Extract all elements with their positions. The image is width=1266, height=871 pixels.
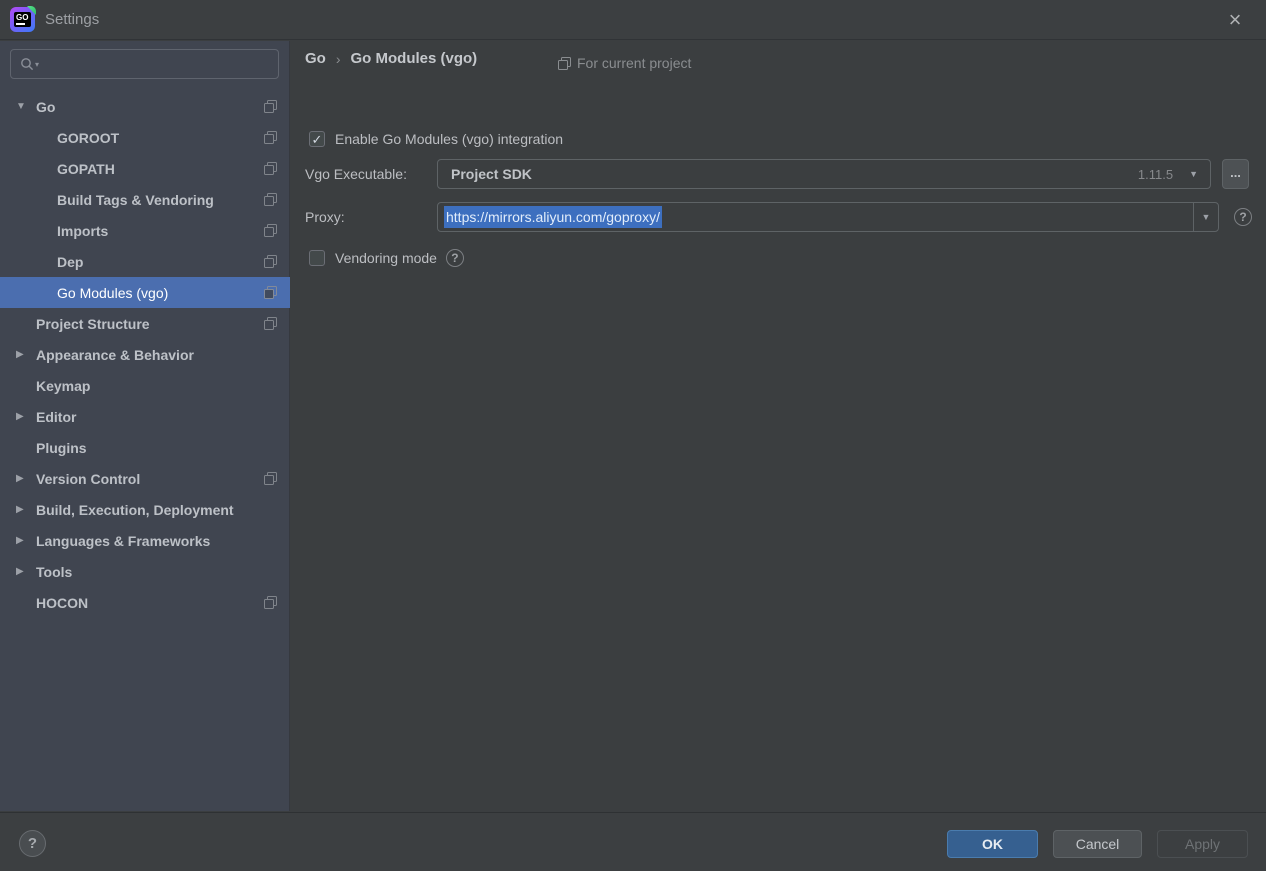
vendoring-row: ✓ Vendoring mode ? [290, 243, 1266, 273]
close-icon[interactable]: × [1222, 7, 1248, 33]
breadcrumb-parent[interactable]: Go [305, 50, 326, 67]
tree-collapsed-arrow-icon[interactable]: ▶ [16, 411, 30, 422]
proxy-dropdown-button[interactable]: ▼ [1193, 203, 1218, 231]
project-level-icon [264, 224, 277, 237]
tree-item-label: Go Modules (vgo) [57, 284, 169, 301]
tree-item-label: Plugins [36, 439, 87, 456]
tree-item-label: Dep [57, 253, 84, 270]
proxy-label: Proxy: [305, 209, 345, 225]
sidebar-item-go-modules-vgo[interactable]: Go Modules (vgo) [0, 277, 290, 308]
help-button[interactable]: ? [19, 830, 46, 857]
sidebar-item-languages-frameworks[interactable]: ▶ Languages & Frameworks [0, 525, 290, 556]
sidebar-item-goroot[interactable]: GOROOT [0, 122, 290, 153]
vendoring-checkbox-box[interactable]: ✓ [309, 250, 325, 266]
tree-item-label: Build Tags & Vendoring [57, 191, 214, 208]
tree-item-label: Go [36, 98, 56, 115]
settings-tree: ▼ Go GOROOT GOPATH Build Tags & Vendorin… [0, 91, 290, 618]
vendoring-checkbox-label[interactable]: Vendoring mode [335, 250, 437, 266]
project-level-icon [264, 100, 277, 113]
search-history-dropdown-icon[interactable]: ▾ [35, 60, 39, 69]
tree-item-label: GOPATH [57, 160, 115, 177]
settings-content-panel: Go › Go Modules (vgo) For current projec… [290, 41, 1266, 811]
proxy-help-icon[interactable]: ? [1234, 208, 1252, 226]
sidebar-item-build-execution-deployment[interactable]: ▶ Build, Execution, Deployment [0, 494, 290, 525]
tree-item-label: Keymap [36, 377, 91, 394]
tree-expanded-arrow-icon[interactable]: ▼ [16, 101, 30, 112]
tree-item-label: HOCON [36, 594, 89, 611]
vendoring-help-icon[interactable]: ? [445, 249, 464, 267]
sidebar-item-version-control[interactable]: ▶ Version Control [0, 463, 290, 494]
tree-collapsed-arrow-icon[interactable]: ▶ [16, 535, 30, 546]
sidebar-item-imports[interactable]: Imports [0, 215, 290, 246]
tree-item-label: Version Control [36, 470, 141, 487]
project-level-icon [264, 286, 277, 299]
tree-item-label: Build, Execution, Deployment [36, 501, 234, 518]
sidebar-item-appearance-behavior[interactable]: ▶ Appearance & Behavior [0, 339, 290, 370]
tree-collapsed-arrow-icon[interactable]: ▶ [16, 349, 30, 360]
window-title: Settings [45, 11, 100, 28]
scope-note: For current project [558, 55, 691, 71]
breadcrumb-current: Go Modules (vgo) [350, 50, 478, 67]
dialog-footer: ? OK Cancel Apply [0, 812, 1266, 871]
breadcrumb-separator-icon: › [335, 50, 341, 67]
sidebar-item-project-structure[interactable]: Project Structure [0, 308, 290, 339]
goland-logo-icon: GO [10, 7, 35, 32]
settings-search-field[interactable]: ▾ [10, 49, 279, 79]
project-level-icon [264, 255, 277, 268]
title-bar[interactable]: GO Settings × [0, 0, 1266, 40]
search-input[interactable] [45, 56, 278, 72]
project-level-icon [264, 162, 277, 175]
project-level-icon [264, 317, 277, 330]
sidebar-item-dep[interactable]: Dep [0, 246, 290, 277]
tree-item-label: Tools [36, 563, 73, 580]
sidebar-item-plugins[interactable]: Plugins [0, 432, 290, 463]
breadcrumb: Go › Go Modules (vgo) [305, 50, 477, 67]
proxy-input[interactable]: https://mirrors.aliyun.com/goproxy/ ▼ [437, 202, 1219, 232]
project-level-icon [264, 131, 277, 144]
tree-collapsed-arrow-icon[interactable]: ▶ [16, 473, 30, 484]
scope-note-label: For current project [577, 55, 692, 71]
tree-item-label: Editor [36, 408, 77, 425]
proxy-value[interactable]: https://mirrors.aliyun.com/goproxy/ [444, 206, 662, 228]
chevron-down-icon: ▼ [1201, 212, 1211, 222]
sidebar-item-keymap[interactable]: Keymap [0, 370, 290, 401]
apply-button[interactable]: Apply [1157, 830, 1248, 858]
project-level-icon [264, 472, 277, 485]
tree-item-label: Languages & Frameworks [36, 532, 211, 549]
sidebar-item-gopath[interactable]: GOPATH [0, 153, 290, 184]
sidebar-item-hocon[interactable]: HOCON [0, 587, 290, 618]
ok-button[interactable]: OK [947, 830, 1038, 858]
project-level-icon [264, 596, 277, 609]
settings-sidebar: ▾ ▼ Go GOROOT GOPATH Build Tags & Vendor… [0, 41, 290, 811]
tree-item-label: GOROOT [57, 129, 120, 146]
project-level-icon [558, 56, 571, 70]
sidebar-item-editor[interactable]: ▶ Editor [0, 401, 290, 432]
sidebar-item-build-tags-vendoring[interactable]: Build Tags & Vendoring [0, 184, 290, 215]
sidebar-item-go[interactable]: ▼ Go [0, 91, 290, 122]
cancel-button[interactable]: Cancel [1053, 830, 1142, 858]
tree-collapsed-arrow-icon[interactable]: ▶ [16, 566, 30, 577]
tree-collapsed-arrow-icon[interactable]: ▶ [16, 504, 30, 515]
tree-item-label: Imports [57, 222, 109, 239]
project-level-icon [264, 193, 277, 206]
tree-item-label: Project Structure [36, 315, 150, 332]
logo-text: GO [16, 13, 29, 22]
tree-item-label: Appearance & Behavior [36, 346, 194, 363]
search-icon [20, 57, 34, 71]
sidebar-item-tools[interactable]: ▶ Tools [0, 556, 290, 587]
